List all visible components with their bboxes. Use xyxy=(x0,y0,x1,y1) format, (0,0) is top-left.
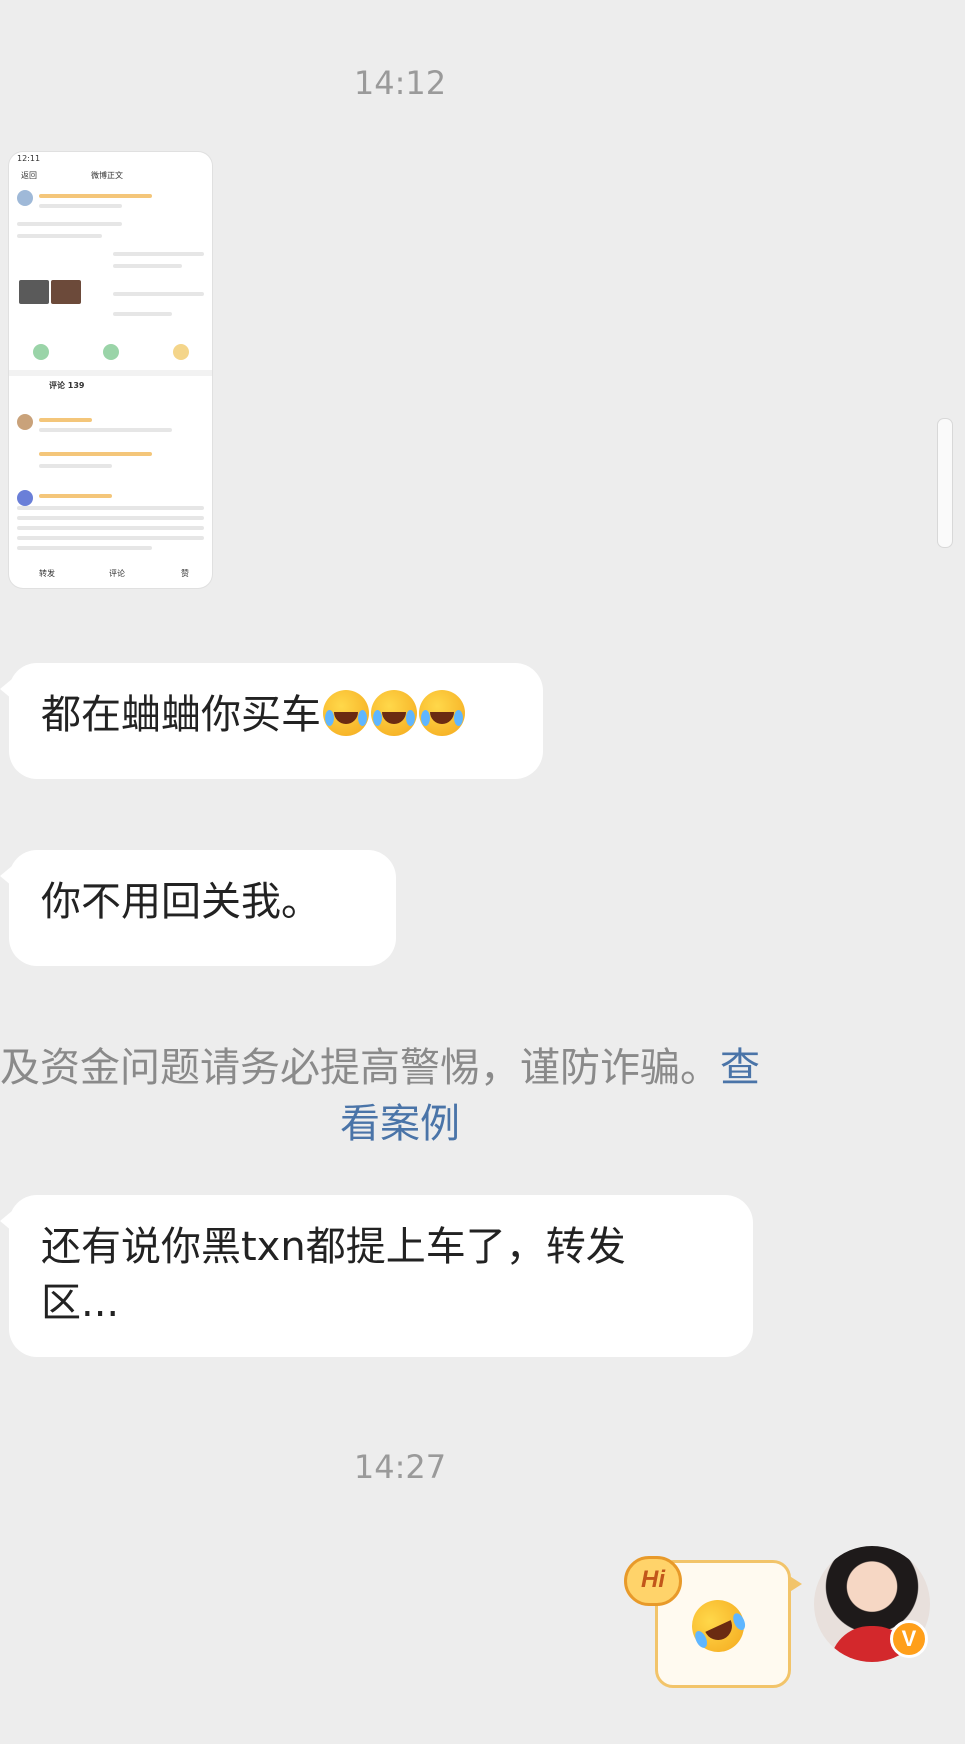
laughing-tears-emoji-icon xyxy=(419,690,465,736)
laughing-tears-emoji-icon xyxy=(323,690,369,736)
warning-text: 及资金问题请务必提高警惕，谨防诈骗。 xyxy=(0,1045,720,1091)
timestamp: 14:12 xyxy=(353,64,447,102)
bubble-tail xyxy=(0,866,12,886)
message-text-line: 区... xyxy=(41,1280,120,1326)
laughing-tears-emoji-icon xyxy=(371,690,417,736)
bubble-tail xyxy=(0,1211,12,1231)
screenshot-image[interactable]: 12:11 返回 微博正文 评论 139 转发 评论 赞 xyxy=(9,152,212,588)
view-cases-link[interactable]: 查 xyxy=(720,1045,760,1091)
timestamp: 14:27 xyxy=(353,1448,447,1486)
view-cases-link[interactable]: 看案例 xyxy=(340,1101,460,1147)
bubble-tail xyxy=(0,679,12,699)
thumb-footer-share: 转发 xyxy=(39,569,55,578)
thumb-tab-comments: 评论 139 xyxy=(49,381,85,390)
hi-sticker-badge: Hi xyxy=(624,1556,682,1606)
message-bubble[interactable]: 还有说你黑txn都提上车了，转发 区... xyxy=(0,1195,753,1357)
thumb-footer-comment: 评论 xyxy=(109,569,125,578)
message-text-line: 还有说你黑txn都提上车了，转发 xyxy=(41,1224,626,1270)
thumb-footer-like: 赞 xyxy=(181,569,189,578)
message-text: 你不用回关我。 xyxy=(41,879,321,925)
message-bubble[interactable]: 你不用回关我。 xyxy=(0,850,396,966)
thumb-header-title: 微博正文 xyxy=(91,171,123,180)
scrollbar[interactable] xyxy=(937,418,953,548)
thumb-status-time: 12:11 xyxy=(17,154,41,163)
thumb-back-link: 返回 xyxy=(21,171,37,180)
bubble-tail xyxy=(788,1575,802,1593)
fraud-warning-line2: 看案例 xyxy=(0,1096,800,1152)
message-bubble[interactable]: 都在蛐蛐你买车 xyxy=(0,663,543,779)
fraud-warning: 及资金问题请务必提高警惕，谨防诈骗。查 xyxy=(0,1040,860,1096)
message-text: 都在蛐蛐你买车 xyxy=(41,692,321,738)
verified-badge-icon: V xyxy=(890,1620,928,1658)
